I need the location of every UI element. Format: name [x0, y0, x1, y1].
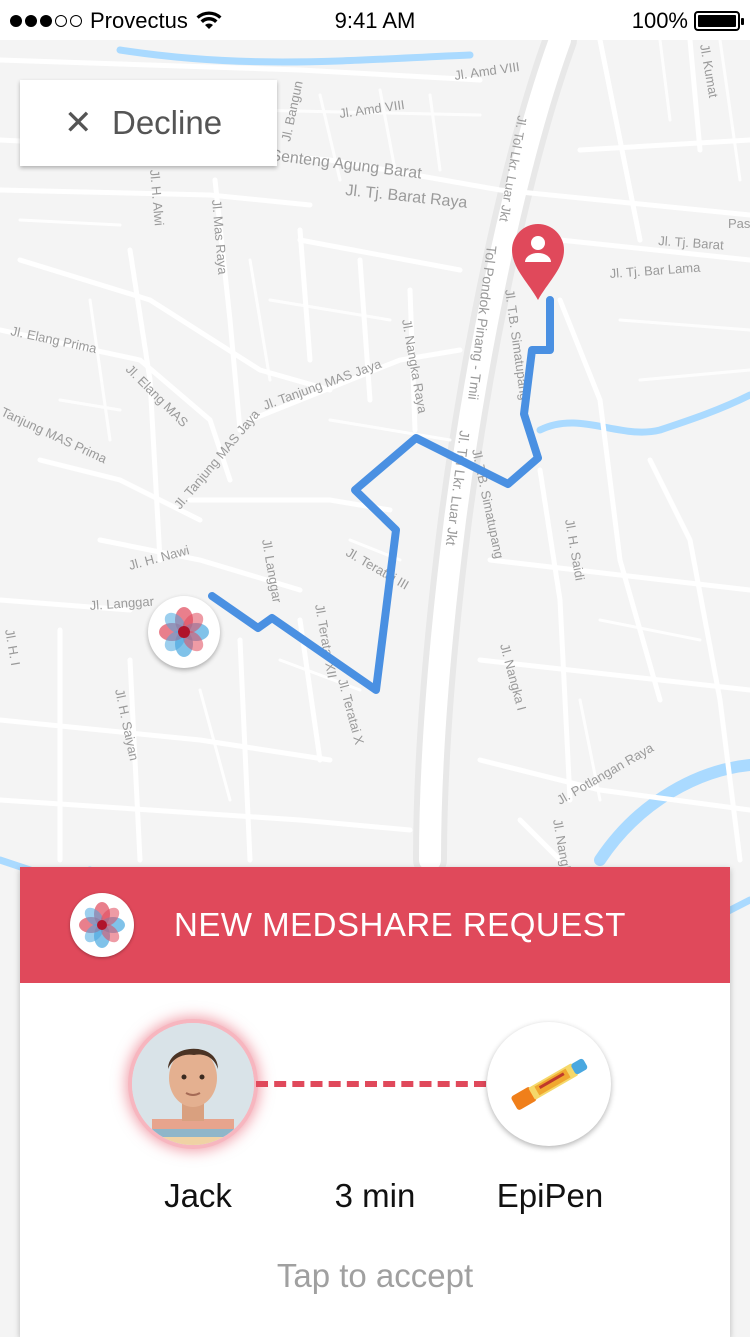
status-right: 100%	[631, 8, 744, 34]
decline-button[interactable]: ✕ Decline	[20, 80, 277, 166]
user-location-marker[interactable]	[148, 596, 220, 668]
request-card-header: NEW MEDSHARE REQUEST	[20, 867, 730, 983]
medshare-logo-icon	[70, 893, 134, 957]
epipen-image	[487, 1022, 611, 1146]
accept-button[interactable]: Tap to accept	[20, 1257, 730, 1295]
request-card[interactable]: NEW MEDSHARE REQUEST Jack 3 min EpiPen T…	[20, 867, 730, 1337]
battery-icon	[694, 11, 744, 31]
eta-text: 3 min	[334, 1177, 416, 1214]
item-name: EpiPen	[496, 1177, 604, 1214]
medshare-logo-icon	[159, 607, 209, 657]
user-name: Jack	[164, 1177, 232, 1214]
avatar[interactable]	[132, 1023, 254, 1145]
decline-label: Decline	[112, 104, 223, 141]
close-icon: ✕	[64, 104, 93, 142]
status-bar: Provectus 9:41 AM 100%	[0, 0, 750, 40]
user-photo	[132, 1023, 254, 1145]
connection-line	[256, 1081, 486, 1087]
street-label: Pas	[728, 216, 750, 231]
request-title: NEW MEDSHARE REQUEST	[174, 906, 626, 943]
battery-percent: 100%	[631, 8, 688, 33]
destination-pin-icon[interactable]	[510, 222, 566, 302]
